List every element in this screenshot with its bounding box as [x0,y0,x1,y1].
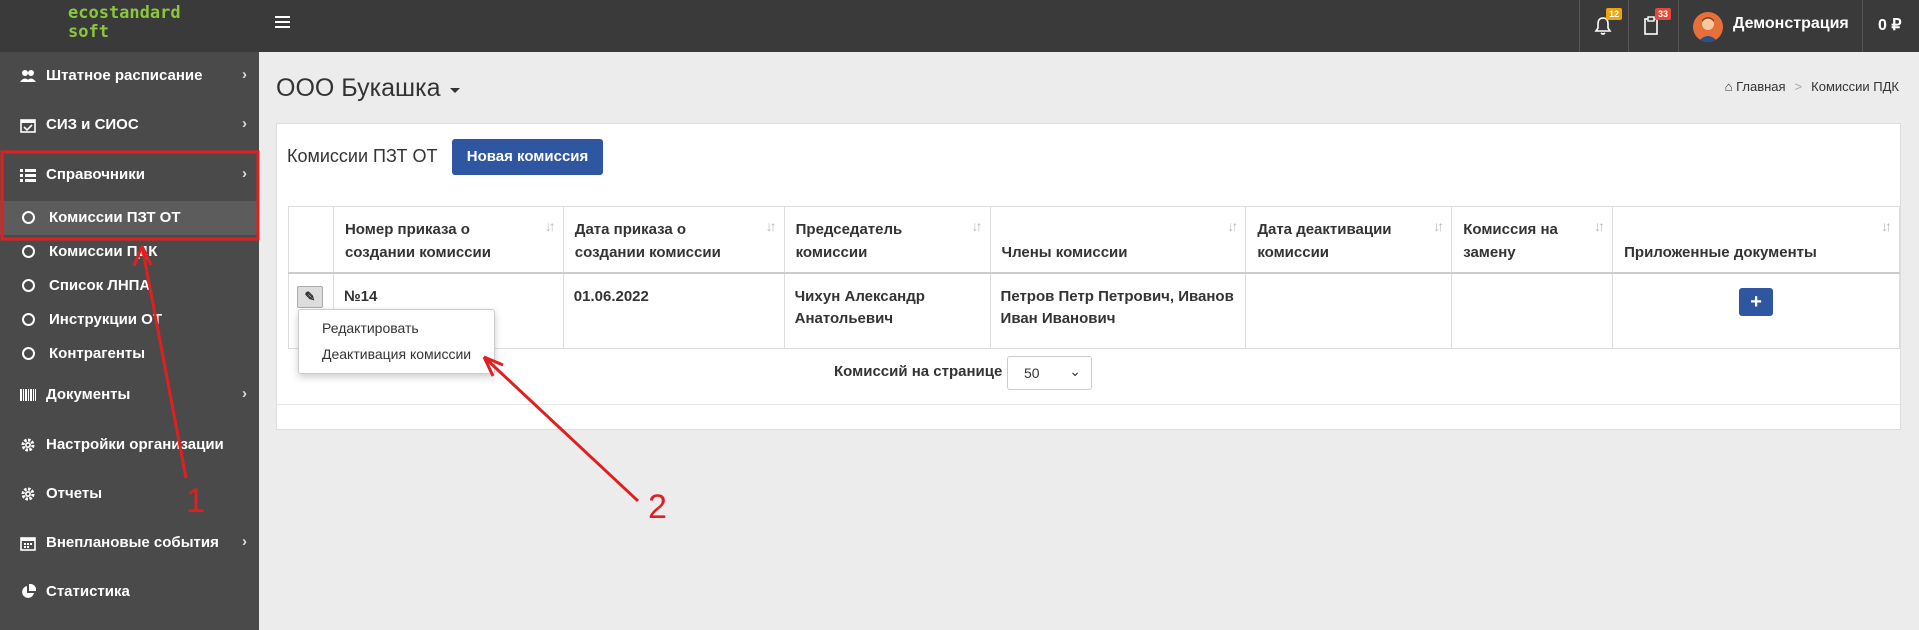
annotation-number-1: 1 [186,482,205,520]
annotation-arrow-2 [482,355,640,503]
annotation-number-2: 2 [648,488,667,526]
highlight-box [0,150,260,241]
annotation-arrow-1 [140,245,188,479]
annotation-overlay [0,150,640,503]
